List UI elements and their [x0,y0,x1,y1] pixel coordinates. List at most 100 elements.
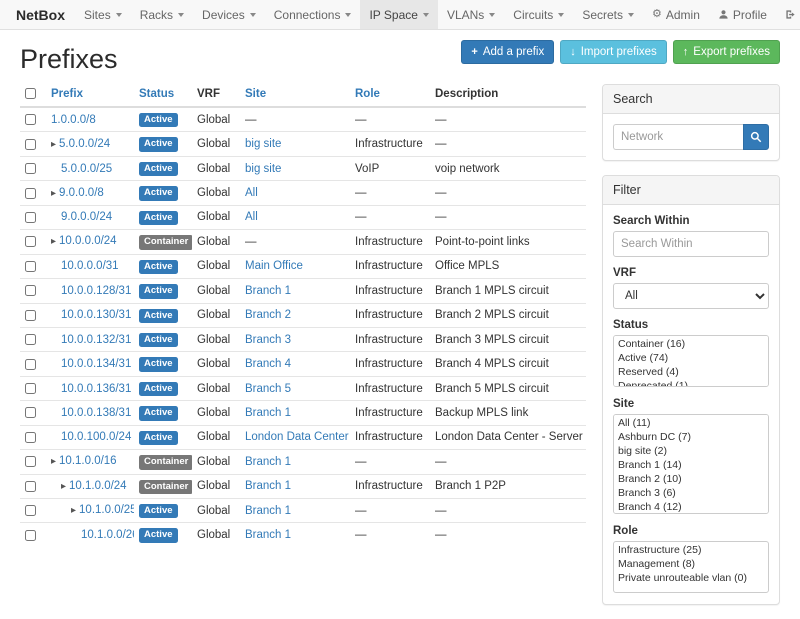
column-header-status[interactable]: Status [134,82,192,107]
site-link[interactable]: Branch 1 [245,407,291,419]
prefix-link[interactable]: 10.1.0.0/24 [69,480,127,492]
nav-item-log-out[interactable]: Log out [776,0,800,29]
table-row: ▸10.1.0.0/24ContainerGlobalBranch 1Infra… [20,474,586,498]
nav-item-profile[interactable]: Profile [709,0,776,29]
row-checkbox[interactable] [25,212,36,223]
button-label: Import prefixes [581,46,657,58]
row-checkbox[interactable] [25,188,36,199]
prefix-link[interactable]: 1.0.0.0/8 [51,114,96,126]
nav-item-racks[interactable]: Racks [131,0,193,29]
status-badge: Active [139,431,178,445]
role-multiselect[interactable]: Infrastructure (25)Management (8)Private… [613,541,769,593]
nav-item-connections[interactable]: Connections [265,0,361,29]
row-checkbox[interactable] [25,285,36,296]
prefix-link[interactable]: 10.0.0.130/31 [61,309,131,321]
vrf-select[interactable]: All [613,283,769,309]
filter-option[interactable]: Private unrouteable vlan (0) [615,571,767,585]
row-checkbox[interactable] [25,407,36,418]
nav-item-admin[interactable]: ⚙Admin [643,0,709,29]
search-within-input[interactable] [613,231,769,257]
filter-option[interactable]: Branch 1 (14) [615,458,767,472]
nav-item-vlans[interactable]: VLANs [438,0,504,29]
search-input[interactable] [613,124,743,150]
site-link[interactable]: Branch 1 [245,529,291,541]
row-checkbox[interactable] [25,383,36,394]
row-checkbox[interactable] [25,334,36,345]
row-checkbox[interactable] [25,236,36,247]
filter-option[interactable]: Infrastructure (25) [615,543,767,557]
prefix-link[interactable]: 10.1.0.0/16 [59,455,117,467]
app-logo[interactable]: NetBox [6,0,75,29]
site-link[interactable]: big site [245,138,281,150]
status-multiselect[interactable]: Container (16)Active (74)Reserved (4)Dep… [613,335,769,387]
site-link[interactable]: big site [245,163,281,175]
nav-item-devices[interactable]: Devices [193,0,265,29]
site-link[interactable]: Branch 5 [245,383,291,395]
filter-option[interactable]: All (11) [615,416,767,430]
nav-item-ip-space[interactable]: IP Space [360,0,437,29]
prefix-link[interactable]: 10.1.0.0/25 [79,504,134,516]
site-link[interactable]: Branch 1 [245,285,291,297]
nav-item-circuits[interactable]: Circuits [504,0,573,29]
filter-option[interactable]: Deprecated (1) [615,379,767,387]
prefix-link[interactable]: 10.1.0.0/26 [81,529,134,541]
prefixes-table-wrap: PrefixStatusVRFSiteRoleDescription 1.0.0… [20,82,586,547]
row-checkbox[interactable] [25,530,36,541]
search-within-label: Search Within [613,215,769,227]
row-checkbox[interactable] [25,139,36,150]
filter-option[interactable]: Branch 2 (10) [615,472,767,486]
filter-option[interactable]: Reserved (4) [615,365,767,379]
row-checkbox[interactable] [25,261,36,272]
select-all-checkbox[interactable] [25,88,36,99]
filter-option[interactable]: Branch 4 (12) [615,500,767,514]
site-link[interactable]: Branch 2 [245,309,291,321]
table-row: 10.0.100.0/24ActiveGlobalLondon Data Cen… [20,425,586,449]
prefix-link[interactable]: 10.0.0.136/31 [61,383,131,395]
description-cell: Branch 5 MPLS circuit [430,376,586,400]
site-link[interactable]: London Data Center [245,431,349,443]
site-link[interactable]: All [245,187,258,199]
row-checkbox[interactable] [25,456,36,467]
row-checkbox[interactable] [25,432,36,443]
filter-option[interactable]: Management (8) [615,557,767,571]
prefix-link[interactable]: 10.0.100.0/24 [61,431,131,443]
filter-option[interactable]: Ashburn DC (7) [615,430,767,444]
site-link[interactable]: All [245,211,258,223]
row-checkbox[interactable] [25,310,36,321]
nav-item-sites[interactable]: Sites [75,0,131,29]
row-checkbox[interactable] [25,114,36,125]
export-prefixes-button[interactable]: ↑Export prefixes [673,40,780,64]
filter-option[interactable]: Container (16) [615,337,767,351]
add-a-prefix-button[interactable]: +Add a prefix [461,40,554,64]
column-header-role[interactable]: Role [350,82,430,107]
site-link[interactable]: Main Office [245,260,303,272]
prefix-link[interactable]: 10.0.0.0/31 [61,260,119,272]
row-checkbox[interactable] [25,359,36,370]
site-link[interactable]: Branch 1 [245,480,291,492]
prefix-link[interactable]: 5.0.0.0/25 [61,163,112,175]
prefix-link[interactable]: 10.0.0.0/24 [59,235,117,247]
prefix-link[interactable]: 9.0.0.0/8 [59,187,104,199]
site-link[interactable]: Branch 1 [245,456,291,468]
status-badge: Container [139,455,192,469]
prefix-link[interactable]: 10.0.0.138/31 [61,407,131,419]
row-checkbox[interactable] [25,481,36,492]
filter-option[interactable]: big site (2) [615,444,767,458]
site-link[interactable]: Branch 3 [245,334,291,346]
import-prefixes-button[interactable]: ↓Import prefixes [560,40,667,64]
site-multiselect[interactable]: All (11)Ashburn DC (7)big site (2)Branch… [613,414,769,514]
filter-option[interactable]: Branch 3 (6) [615,486,767,500]
prefix-link[interactable]: 5.0.0.0/24 [59,138,110,150]
column-header-prefix[interactable]: Prefix [46,82,134,107]
site-link[interactable]: Branch 4 [245,358,291,370]
filter-option[interactable]: Active (74) [615,351,767,365]
prefix-link[interactable]: 9.0.0.0/24 [61,211,112,223]
prefix-link[interactable]: 10.0.0.134/31 [61,358,131,370]
nav-item-secrets[interactable]: Secrets [573,0,643,29]
column-header-site[interactable]: Site [240,82,350,107]
prefix-link[interactable]: 10.0.0.128/31 [61,285,131,297]
prefix-link[interactable]: 10.0.0.132/31 [61,334,131,346]
search-button[interactable] [743,124,769,150]
row-checkbox[interactable] [25,163,36,174]
description-cell: Backup MPLS link [430,401,586,425]
